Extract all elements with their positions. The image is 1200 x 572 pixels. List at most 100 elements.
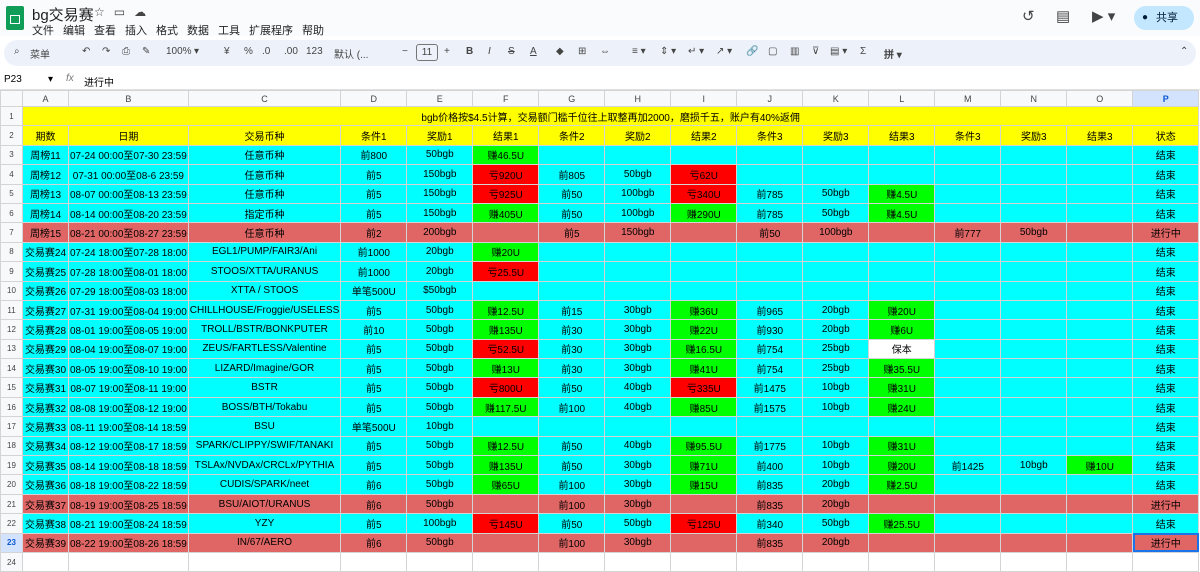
column-header[interactable]: F [472, 90, 540, 107]
text-wrap-icon[interactable]: ↵ ▾ [688, 46, 704, 57]
functions-icon[interactable]: Σ [860, 46, 866, 57]
data-cell[interactable]: 20bgb [802, 319, 870, 340]
column-header[interactable]: E [406, 90, 474, 107]
data-cell[interactable] [1066, 474, 1134, 495]
data-cell[interactable]: 前1775 [736, 435, 804, 457]
insert-comment-icon[interactable]: ▢ [768, 46, 777, 57]
data-cell[interactable] [1066, 144, 1134, 166]
data-cell[interactable]: 赚71U [670, 455, 738, 476]
data-cell[interactable]: 50bgb [406, 532, 474, 553]
input-tools-icon[interactable]: 拼 ▾ [884, 46, 902, 61]
data-cell[interactable] [604, 241, 672, 263]
data-cell[interactable] [934, 319, 1002, 340]
menu-item[interactable]: 文件 [32, 25, 54, 37]
column-header[interactable]: G [538, 90, 606, 107]
data-cell[interactable]: 前6 [340, 493, 408, 515]
row-header[interactable]: 21 [0, 493, 23, 515]
share-button[interactable]: 共享 [1134, 6, 1194, 30]
data-cell[interactable]: 前100 [538, 532, 606, 553]
data-cell[interactable] [472, 280, 540, 301]
redo-icon[interactable]: ↷ [102, 46, 110, 57]
row-header[interactable]: 20 [0, 474, 23, 495]
data-cell[interactable]: 周榜15 [22, 222, 69, 243]
data-cell[interactable] [472, 551, 540, 572]
row-header[interactable]: 16 [0, 396, 23, 418]
filter-icon[interactable]: ⊽ [812, 46, 819, 57]
data-cell[interactable]: 前835 [736, 532, 804, 553]
data-cell[interactable] [187, 551, 342, 572]
history-icon[interactable]: ↺ [1022, 7, 1035, 25]
header-cell[interactable]: 交易币种 [187, 125, 342, 146]
data-cell[interactable] [1066, 513, 1134, 534]
menu-item[interactable]: 数据 [187, 25, 209, 37]
data-cell[interactable] [868, 280, 936, 301]
data-cell[interactable] [604, 261, 672, 282]
data-cell[interactable]: 赚31U [868, 377, 936, 398]
data-cell[interactable]: 200bgb [406, 222, 474, 243]
data-cell[interactable] [538, 551, 606, 572]
data-cell[interactable]: 100bgb [604, 183, 672, 204]
data-cell[interactable]: BSU [187, 416, 342, 437]
data-cell[interactable]: 周榜11 [22, 144, 69, 166]
row-header[interactable]: 10 [0, 280, 23, 301]
data-cell[interactable]: SPARK/CLIPPY/SWIF/TANAKI [187, 435, 342, 457]
data-cell[interactable] [604, 416, 672, 437]
data-cell[interactable] [472, 493, 540, 515]
row-header[interactable]: 2 [0, 125, 23, 146]
data-cell[interactable] [934, 358, 1002, 379]
data-cell[interactable] [1000, 396, 1068, 418]
header-cell[interactable]: 奖励3 [1000, 125, 1068, 146]
data-cell[interactable]: 亏145U [472, 513, 540, 534]
data-cell[interactable] [538, 280, 606, 301]
data-cell[interactable]: 100bgb [604, 202, 672, 224]
data-cell[interactable]: 前5 [538, 222, 606, 243]
data-cell[interactable] [1066, 493, 1134, 515]
data-cell[interactable]: 前5 [340, 377, 408, 398]
data-cell[interactable] [1132, 551, 1200, 572]
data-cell[interactable] [1066, 164, 1134, 185]
data-cell[interactable]: 交易赛32 [22, 396, 69, 418]
data-cell[interactable]: 赚15U [670, 474, 738, 495]
data-cell[interactable] [1000, 513, 1068, 534]
data-cell[interactable] [22, 551, 69, 572]
data-cell[interactable]: 进行中 [1132, 532, 1200, 553]
data-cell[interactable] [934, 299, 1002, 321]
data-cell[interactable] [802, 144, 870, 166]
data-cell[interactable] [934, 513, 1002, 534]
zoom-select[interactable]: 100% [166, 46, 192, 57]
data-cell[interactable]: 30bgb [604, 299, 672, 321]
data-cell[interactable]: 10bgb [1000, 455, 1068, 476]
data-cell[interactable]: 20bgb [406, 261, 474, 282]
data-cell[interactable]: 结束 [1132, 241, 1200, 263]
data-cell[interactable]: 07-24 18:00至07-28 18:00 [68, 241, 189, 263]
data-cell[interactable] [1066, 435, 1134, 457]
data-cell[interactable]: 前100 [538, 474, 606, 495]
data-cell[interactable]: 50bgb [1000, 222, 1068, 243]
data-cell[interactable]: 赚25.5U [868, 513, 936, 534]
data-cell[interactable]: 交易赛37 [22, 493, 69, 515]
data-cell[interactable]: STOOS/XTTA/URANUS [187, 261, 342, 282]
column-header[interactable]: L [868, 90, 936, 107]
data-cell[interactable] [802, 551, 870, 572]
data-cell[interactable] [802, 416, 870, 437]
data-cell[interactable] [934, 261, 1002, 282]
data-cell[interactable]: 交易赛26 [22, 280, 69, 301]
data-cell[interactable]: 50bgb [406, 358, 474, 379]
font-size-input[interactable]: 11 [416, 44, 438, 61]
data-cell[interactable]: 50bgb [406, 455, 474, 476]
bold-icon[interactable]: B [466, 46, 473, 57]
header-cell[interactable]: 条件3 [934, 125, 1002, 146]
column-header[interactable]: A [22, 90, 69, 107]
data-cell[interactable] [1000, 338, 1068, 360]
data-cell[interactable]: 赚35.5U [868, 358, 936, 379]
data-cell[interactable] [1066, 319, 1134, 340]
data-cell[interactable]: 周榜12 [22, 164, 69, 185]
data-cell[interactable] [604, 551, 672, 572]
data-cell[interactable]: 07-24 00:00至07-30 23:59 [68, 144, 189, 166]
data-cell[interactable] [934, 532, 1002, 553]
data-cell[interactable]: 30bgb [604, 319, 672, 340]
data-cell[interactable] [934, 280, 1002, 301]
data-cell[interactable]: 07-31 00:00至08-6 23:59 [68, 164, 189, 185]
header-cell[interactable]: 结果1 [472, 125, 540, 146]
data-cell[interactable]: 25bgb [802, 358, 870, 379]
